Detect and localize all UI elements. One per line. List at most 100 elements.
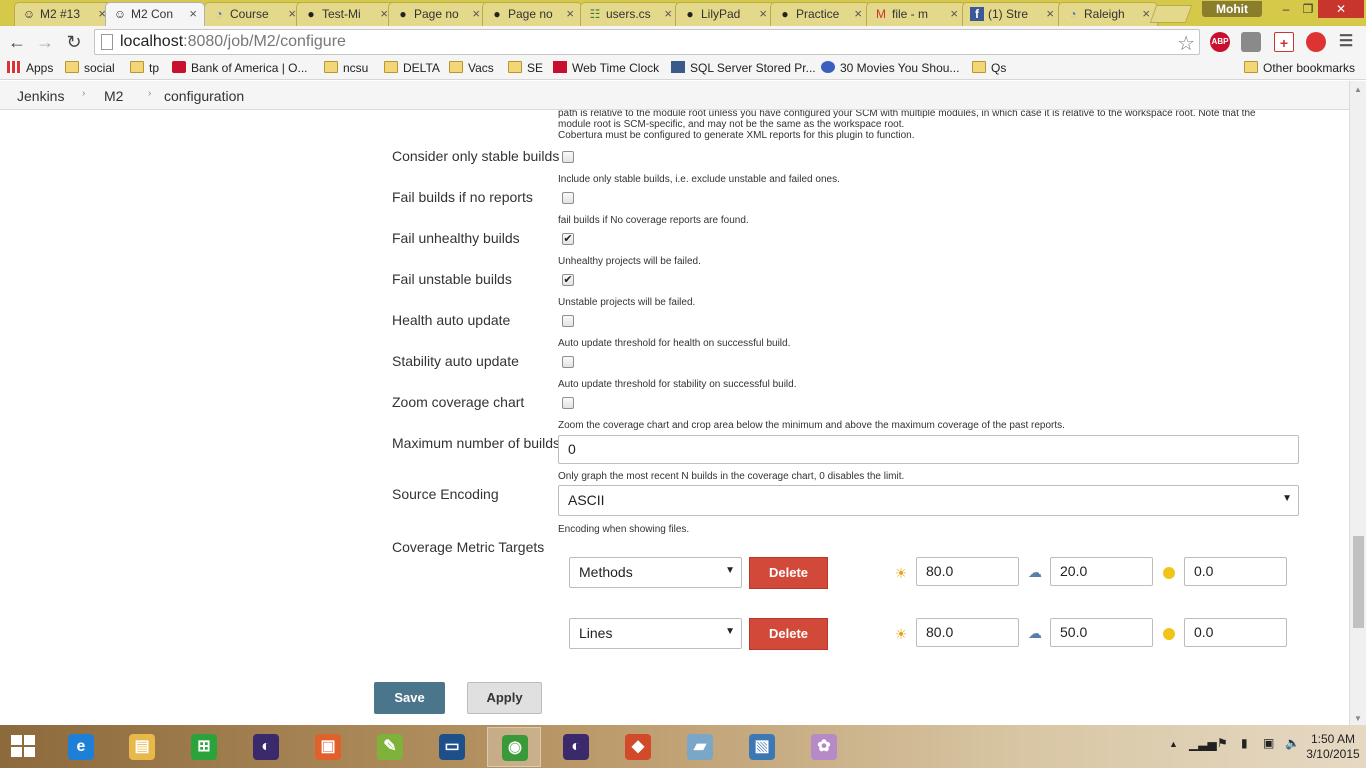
taskbar-item[interactable]: ◐ — [549, 727, 603, 767]
reload-icon[interactable]: ↻ — [62, 30, 86, 54]
unhealthy-target-input[interactable]: 50.0 — [1050, 618, 1153, 647]
delete-button[interactable]: Delete — [749, 557, 828, 589]
taskbar-item[interactable]: ⊞ — [177, 727, 231, 767]
tab-close-icon[interactable]: × — [854, 6, 862, 21]
extension-red-icon[interactable] — [1306, 32, 1326, 52]
save-button[interactable]: Save — [374, 682, 445, 714]
taskbar-item[interactable]: e — [54, 727, 108, 767]
tab-close-icon[interactable]: × — [189, 6, 197, 21]
display-icon[interactable]: ▣ — [1263, 736, 1274, 750]
tab-close-icon[interactable]: × — [566, 6, 574, 21]
browser-tab[interactable]: ● Test-Mi × — [296, 2, 396, 26]
apply-button[interactable]: Apply — [467, 682, 542, 714]
taskbar-item[interactable]: ◆ — [611, 727, 665, 767]
forward-arrow-icon[interactable]: → — [33, 30, 57, 54]
unstable-target-input[interactable]: 0.0 — [1184, 557, 1287, 586]
taskbar-item[interactable]: ▧ — [735, 727, 789, 767]
clock[interactable]: 1:50 AM 3/10/2015 — [1303, 732, 1363, 762]
fail-builds-if-no-reports-checkbox[interactable] — [562, 192, 574, 204]
start-button[interactable] — [0, 725, 46, 768]
taskbar-item[interactable]: ✿ — [797, 727, 851, 767]
new-tab-button[interactable] — [1149, 5, 1193, 23]
tab-close-icon[interactable]: × — [288, 6, 296, 21]
browser-tab[interactable]: Mfile - m × — [866, 2, 966, 26]
stability-auto-update-checkbox[interactable] — [562, 356, 574, 368]
breadcrumb-jenkins[interactable]: Jenkins — [17, 88, 64, 104]
taskbar-item[interactable]: ◉ — [487, 727, 541, 767]
bookmark-item[interactable]: Web Time Clock — [553, 61, 659, 75]
tray-expand-icon[interactable]: ▲ — [1169, 739, 1178, 749]
browser-tab[interactable]: f (1) Stre × — [962, 2, 1062, 26]
bookmark-item[interactable]: Apps — [7, 61, 53, 75]
bookmark-item[interactable]: DELTA — [384, 61, 440, 75]
webclock-icon — [553, 61, 567, 73]
source-encoding-label: Source Encoding — [392, 486, 499, 502]
profile-button[interactable]: Mohit — [1202, 1, 1262, 17]
volume-icon[interactable]: 🔈 — [1285, 736, 1300, 750]
scroll-up-icon[interactable]: ▲ — [1354, 85, 1362, 94]
tab-close-icon[interactable]: × — [1142, 6, 1150, 21]
flag-icon[interactable]: ⚑ — [1217, 736, 1228, 750]
browser-tab[interactable]: ☷ users.cs × — [580, 2, 680, 26]
bookmark-star-icon[interactable]: ☆ — [1177, 31, 1195, 56]
fail-unstable-builds-checkbox[interactable]: ✔ — [562, 274, 574, 286]
other-bookmarks[interactable]: Other bookmarks — [1244, 61, 1355, 75]
browser-tab[interactable]: ● Practice × — [770, 2, 870, 26]
bookmark-item[interactable]: 30 Movies You Shou... — [821, 61, 959, 75]
source-encoding-select[interactable]: ASCII ▼ — [558, 485, 1299, 516]
bookmark-item[interactable]: Vacs — [449, 61, 494, 75]
health-auto-update-checkbox[interactable] — [562, 315, 574, 327]
battery-icon[interactable]: ▮ — [1241, 736, 1248, 750]
metric-select[interactable]: Lines ▼ — [569, 618, 742, 649]
close-window-icon[interactable]: ✕ — [1318, 0, 1364, 18]
back-arrow-icon[interactable]: ← — [5, 30, 29, 54]
browser-tab[interactable]: ● Page no × — [388, 2, 488, 26]
tab-close-icon[interactable]: × — [472, 6, 480, 21]
max-builds-input[interactable]: 0 — [558, 435, 1299, 464]
bookmark-item[interactable]: Qs — [972, 61, 1006, 75]
zoom-coverage-chart-checkbox[interactable] — [562, 397, 574, 409]
taskbar-item[interactable]: ▭ — [425, 727, 479, 767]
taskbar-item[interactable]: ✎ — [363, 727, 417, 767]
healthy-target-input[interactable]: 80.0 — [916, 557, 1019, 586]
menu-icon[interactable]: ☰ — [1336, 32, 1356, 52]
tab-close-icon[interactable]: × — [380, 6, 388, 21]
tab-close-icon[interactable]: × — [759, 6, 767, 21]
tab-close-icon[interactable]: × — [1046, 6, 1054, 21]
taskbar-item[interactable]: ◐ — [239, 727, 293, 767]
taskbar-item[interactable]: ▣ — [301, 727, 355, 767]
delete-button[interactable]: Delete — [749, 618, 828, 650]
browser-tab[interactable]: ● LilyPad × — [675, 2, 775, 26]
bookmark-item[interactable]: SQL Server Stored Pr... — [671, 61, 816, 75]
tab-close-icon[interactable]: × — [950, 6, 958, 21]
plus-extension-icon[interactable]: + — [1274, 32, 1294, 52]
breadcrumb-job[interactable]: M2 — [104, 88, 123, 104]
browser-tab[interactable]: ☺ M2 #13 × — [14, 2, 114, 26]
address-bar[interactable]: localhost:8080/job/M2/configure ☆ — [94, 29, 1200, 55]
taskbar-item[interactable]: ▰ — [673, 727, 727, 767]
scrollbar-thumb[interactable] — [1353, 536, 1364, 628]
bookmark-item[interactable]: Bank of America | O... — [172, 61, 308, 75]
page-scrollbar[interactable]: ▲ ▼ — [1349, 81, 1366, 725]
unhealthy-target-input[interactable]: 20.0 — [1050, 557, 1153, 586]
consider-only-stable-builds-checkbox[interactable] — [562, 151, 574, 163]
unstable-target-input[interactable]: 0.0 — [1184, 618, 1287, 647]
bookmark-item[interactable]: tp — [130, 61, 159, 75]
breadcrumb-configuration[interactable]: configuration — [164, 88, 244, 104]
bookmark-item[interactable]: ncsu — [324, 61, 368, 75]
fail-unhealthy-builds-checkbox[interactable]: ✔ — [562, 233, 574, 245]
healthy-target-input[interactable]: 80.0 — [916, 618, 1019, 647]
tab-close-icon[interactable]: × — [664, 6, 672, 21]
bookmark-item[interactable]: social — [65, 61, 115, 75]
browser-tab[interactable]: ◔ Raleigh × — [1058, 2, 1158, 26]
browser-tab[interactable]: ◔ Course × — [204, 2, 304, 26]
taskbar-item[interactable]: ▤ — [115, 727, 169, 767]
metric-select[interactable]: Methods ▼ — [569, 557, 742, 588]
extension-icon[interactable] — [1241, 32, 1261, 52]
adblock-icon[interactable]: ABP — [1210, 32, 1230, 52]
browser-tab[interactable]: ● Page no × — [482, 2, 582, 26]
network-icon[interactable]: ▁▃▅ — [1189, 737, 1217, 751]
browser-tab[interactable]: ☺ M2 Con × — [105, 2, 205, 26]
scroll-down-icon[interactable]: ▼ — [1354, 714, 1362, 723]
bookmark-item[interactable]: SE — [508, 61, 543, 75]
